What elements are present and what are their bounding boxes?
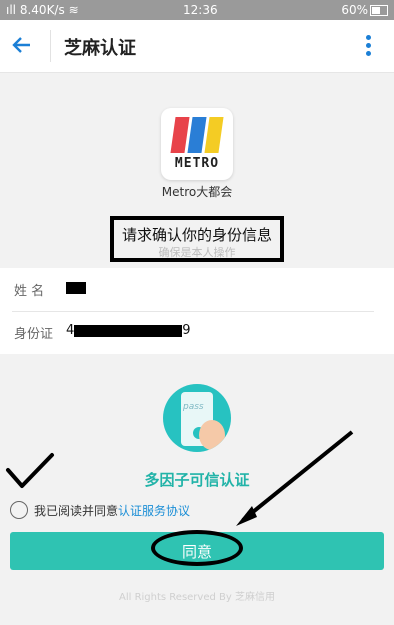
- arrow-line: [241, 430, 354, 522]
- checkmark-icon: [6, 453, 54, 488]
- annotation-overlay: [6, 430, 354, 526]
